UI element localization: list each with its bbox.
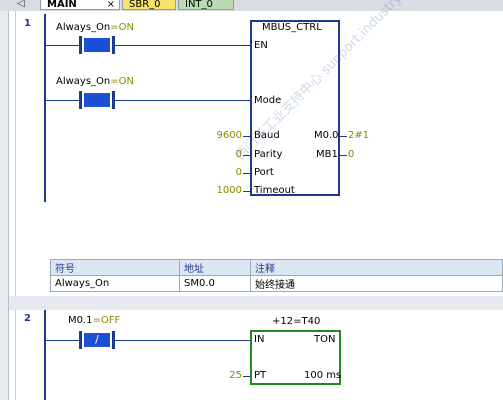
timer-header: +12=T40 bbox=[272, 316, 321, 327]
timeout-value[interactable]: 1000 bbox=[200, 185, 242, 196]
symbol-table: 符号 地址 注释 Always_On SM0.0 始终接通 bbox=[50, 259, 503, 292]
network-number: 1 bbox=[24, 18, 31, 29]
contact-state: =OFF bbox=[92, 315, 121, 326]
power-rail bbox=[44, 310, 46, 400]
pin-mb1: MB1 bbox=[316, 149, 338, 160]
timer-type: TON bbox=[314, 334, 336, 345]
wire bbox=[115, 45, 250, 46]
contact-state: =ON bbox=[110, 22, 134, 33]
pt-value[interactable]: 25 bbox=[200, 370, 242, 381]
scroll-left-icon[interactable]: ◁ bbox=[17, 0, 29, 10]
header-symbol: 符号 bbox=[50, 259, 180, 276]
header-comment: 注释 bbox=[250, 259, 503, 276]
normally-closed-slash-icon: / bbox=[95, 333, 99, 346]
network-number-column bbox=[9, 11, 16, 400]
pin-en: EN bbox=[254, 40, 268, 51]
wire bbox=[46, 100, 79, 101]
pin-m00: M0.0 bbox=[314, 130, 339, 141]
normally-closed-contact[interactable]: / bbox=[79, 331, 115, 349]
table-row[interactable]: Always_On SM0.0 始终接通 bbox=[50, 275, 503, 292]
contact-address: Always_On bbox=[56, 76, 111, 87]
editor-gutter bbox=[0, 11, 9, 400]
output-stub bbox=[340, 155, 347, 156]
normally-open-contact[interactable] bbox=[79, 91, 115, 109]
address-cell: SM0.0 bbox=[179, 275, 251, 292]
tab-int0[interactable]: INT_0 bbox=[178, 0, 234, 10]
mb1-value[interactable]: 0 bbox=[348, 149, 354, 160]
contact-address: Always_On bbox=[56, 22, 111, 33]
tab-sbr0[interactable]: SBR_0 bbox=[122, 0, 176, 10]
pin-port: Port bbox=[254, 167, 274, 178]
output-stub bbox=[340, 136, 347, 137]
power-rail bbox=[44, 14, 46, 202]
tab-int0-label: INT_0 bbox=[185, 0, 213, 10]
wire bbox=[115, 100, 250, 101]
input-stub bbox=[243, 376, 250, 377]
contact-bar-left bbox=[79, 91, 82, 109]
input-stub bbox=[243, 173, 250, 174]
contact-bar-left bbox=[79, 36, 82, 54]
contact-label: Always_On=ON bbox=[56, 22, 134, 33]
block-title: MBUS_CTRL bbox=[262, 22, 322, 33]
input-stub bbox=[243, 191, 250, 192]
tab-main-label: MAIN bbox=[47, 0, 77, 10]
timer-resolution: 100 ms bbox=[304, 370, 342, 381]
tab-main[interactable]: MAIN × bbox=[40, 0, 120, 10]
baud-value[interactable]: 9600 bbox=[200, 130, 242, 141]
contact-label: M0.1=OFF bbox=[68, 315, 120, 326]
tab-sbr0-label: SBR_0 bbox=[129, 0, 161, 10]
wire bbox=[46, 340, 79, 341]
pin-timeout: Timeout bbox=[254, 185, 295, 196]
header-address: 地址 bbox=[179, 259, 251, 276]
pin-pt: PT bbox=[254, 370, 267, 381]
symbol-cell: Always_On bbox=[50, 275, 180, 292]
contact-bar-left bbox=[79, 331, 82, 349]
comment-cell: 始终接通 bbox=[250, 275, 503, 292]
pin-in: IN bbox=[254, 334, 265, 345]
normally-open-contact[interactable] bbox=[79, 36, 115, 54]
port-value[interactable]: 0 bbox=[200, 167, 242, 178]
contact-label: Always_On=ON bbox=[56, 76, 134, 87]
contact-address: M0.1 bbox=[68, 315, 93, 326]
m00-value[interactable]: 2#1 bbox=[348, 130, 369, 141]
network-separator bbox=[9, 296, 503, 310]
close-icon[interactable]: × bbox=[107, 0, 115, 10]
contact-state: =ON bbox=[110, 76, 134, 87]
wire bbox=[46, 45, 79, 46]
symbol-table-header: 符号 地址 注释 bbox=[50, 259, 503, 276]
contact-fill bbox=[84, 93, 110, 107]
wire bbox=[115, 340, 250, 341]
pin-parity: Parity bbox=[254, 149, 283, 160]
contact-fill bbox=[84, 38, 110, 52]
network-number: 2 bbox=[24, 313, 31, 324]
